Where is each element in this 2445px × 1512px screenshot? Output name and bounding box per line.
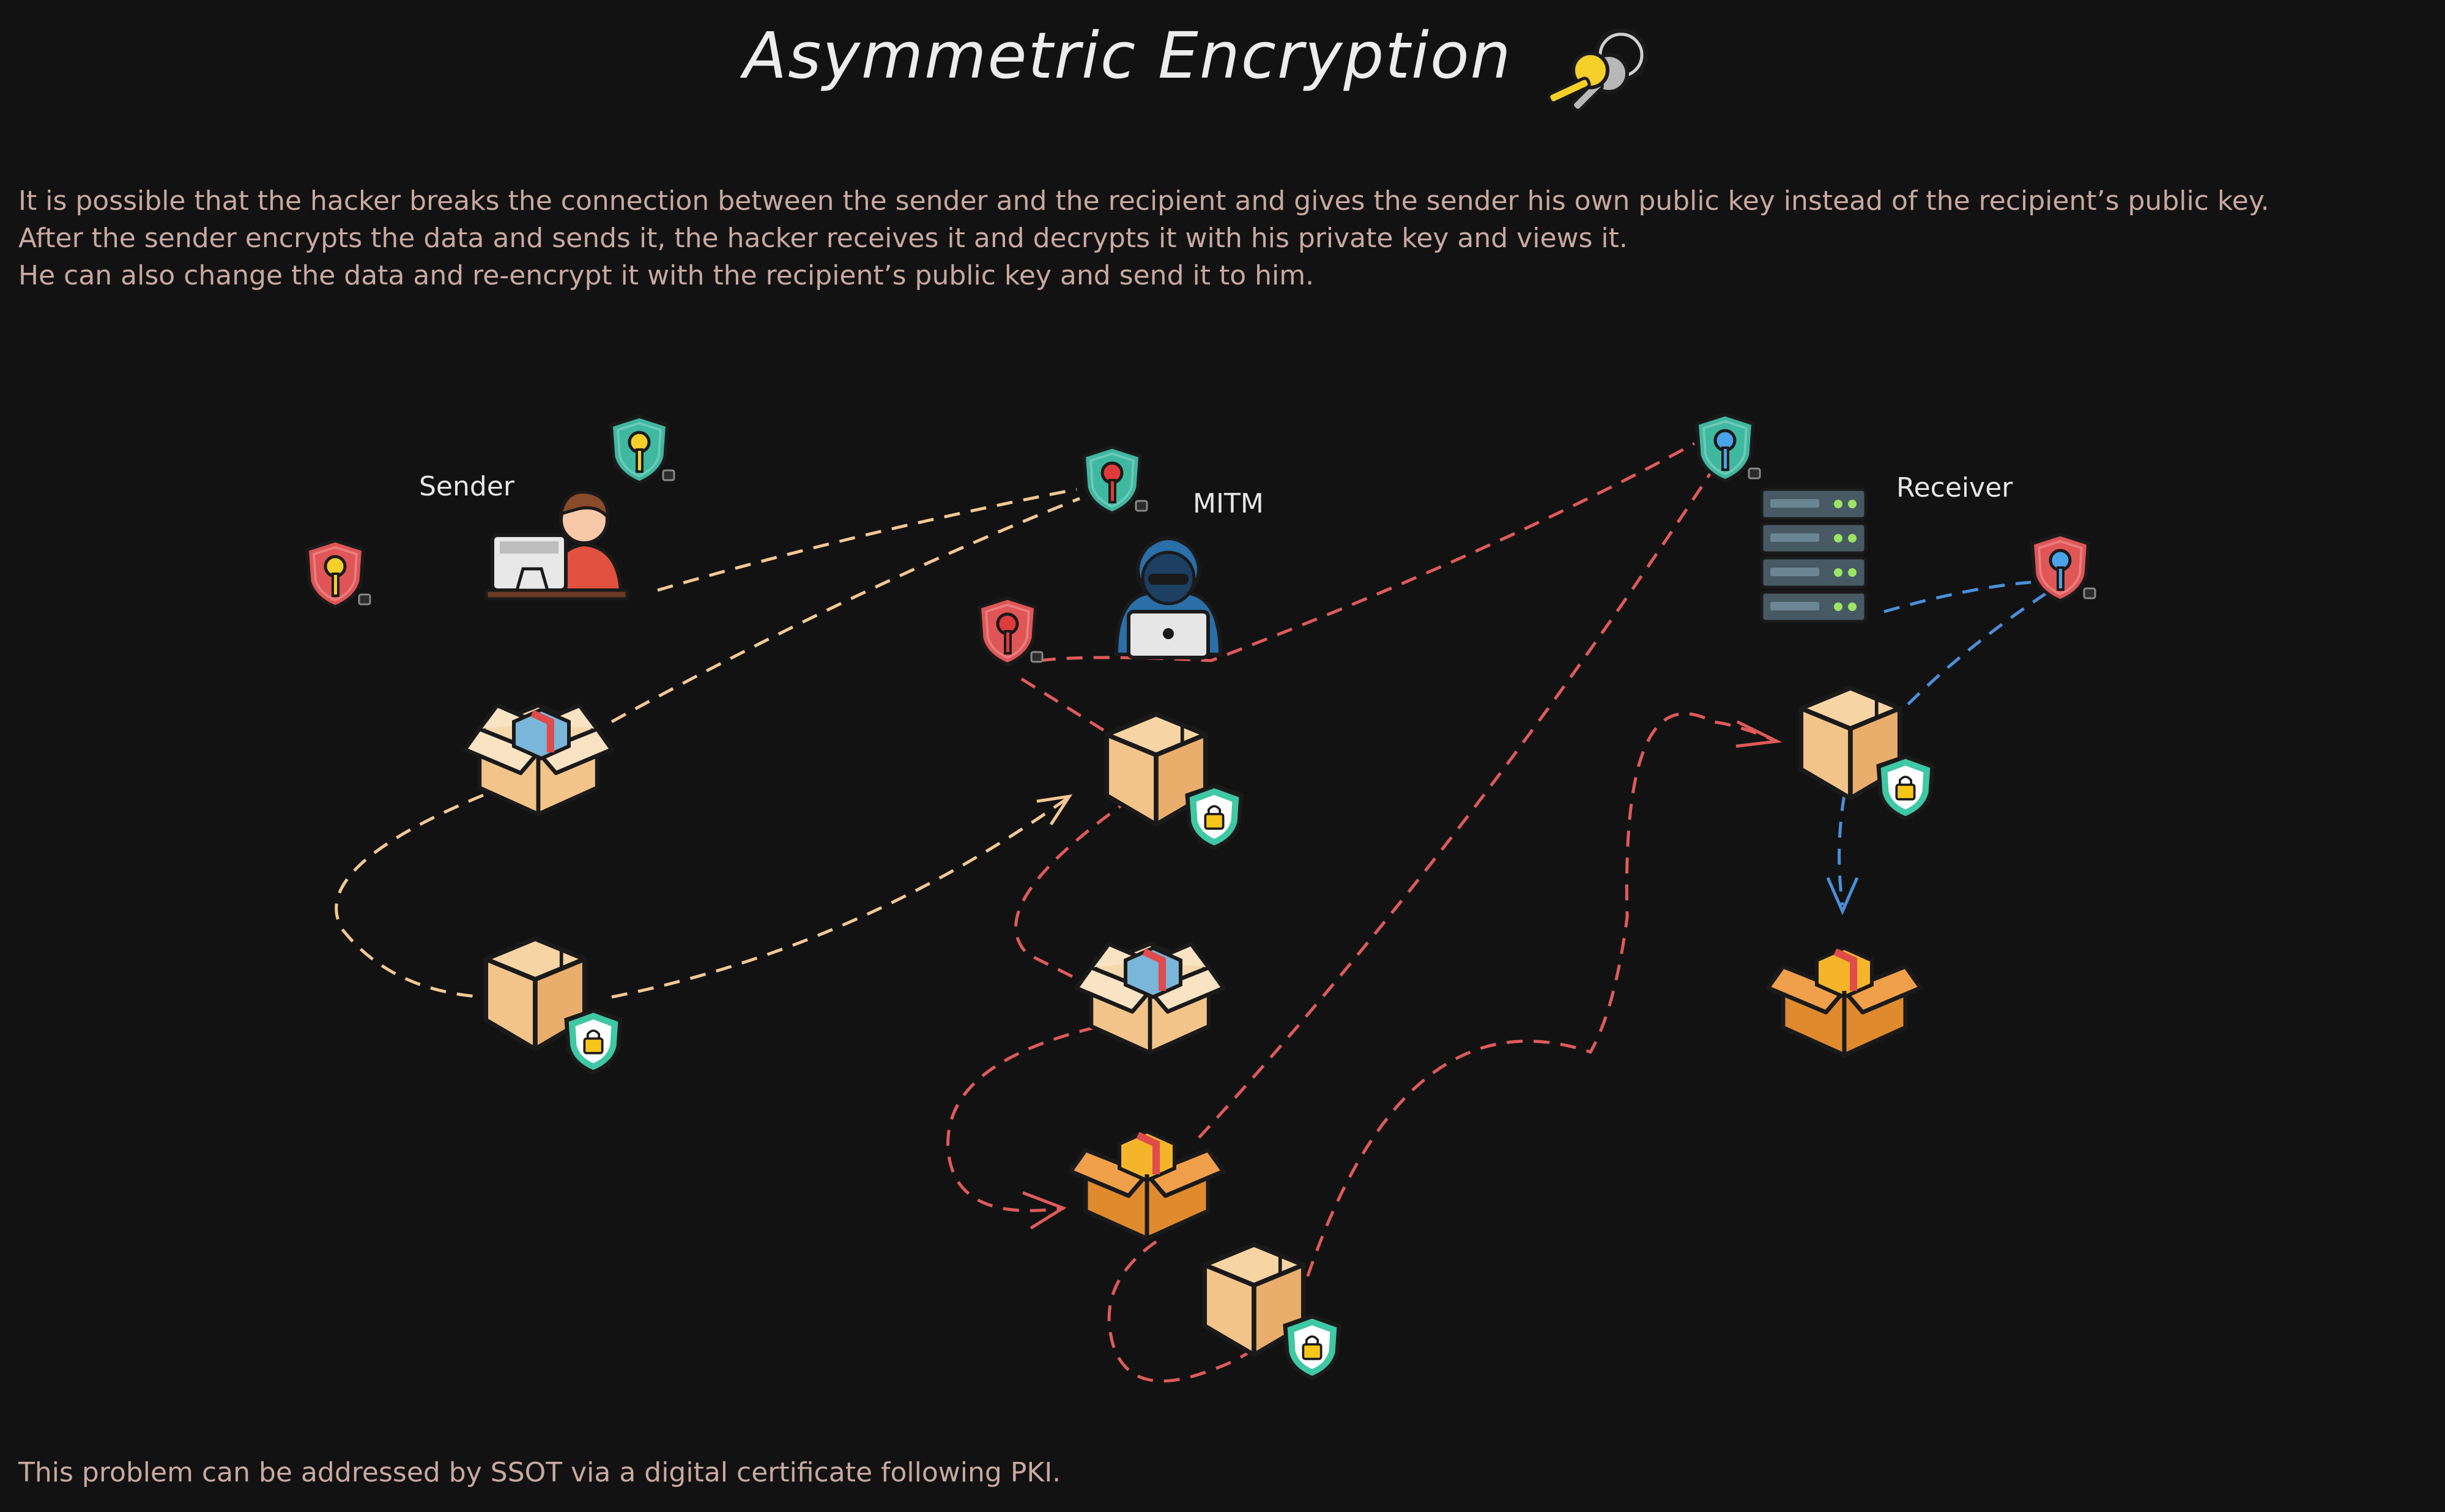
- locked-box-icon: [486, 939, 624, 1076]
- footer-note: This problem can be addressed by SSOT vi…: [18, 1457, 1061, 1488]
- keys-icon: [1547, 28, 1648, 112]
- open-box-icon: [1765, 946, 1923, 1058]
- diagram-canvas: [0, 28, 2096, 1383]
- diagram-stage: Asymmetric Encryption It is possible tha…: [0, 0, 2445, 1512]
- receiver-public-key-shield: [1697, 415, 1761, 481]
- open-box-icon: [1077, 944, 1223, 1053]
- mitm-flow: [946, 442, 1775, 1383]
- arrowhead: [1735, 720, 1783, 748]
- open-box-icon: [1068, 1129, 1226, 1241]
- server-rack-icon: [1760, 487, 1868, 623]
- person-at-computer-icon: [484, 490, 629, 601]
- locked-box-icon: [1801, 688, 1936, 822]
- hacker-private-key-shield: [979, 598, 1044, 664]
- open-box-icon: [465, 705, 612, 814]
- locked-box-icon: [1107, 714, 1245, 851]
- hooded-hacker-icon: [1114, 536, 1223, 659]
- sender-private-key-shield: [307, 541, 371, 607]
- receiver-private-key-shield: [2032, 535, 2096, 601]
- locked-box-icon: [1204, 1245, 1343, 1382]
- arrowhead: [1826, 877, 1859, 916]
- sender-flow: [335, 487, 1080, 999]
- hacker-public-key-shield: [1084, 447, 1148, 513]
- sender-public-key-shield: [611, 417, 675, 483]
